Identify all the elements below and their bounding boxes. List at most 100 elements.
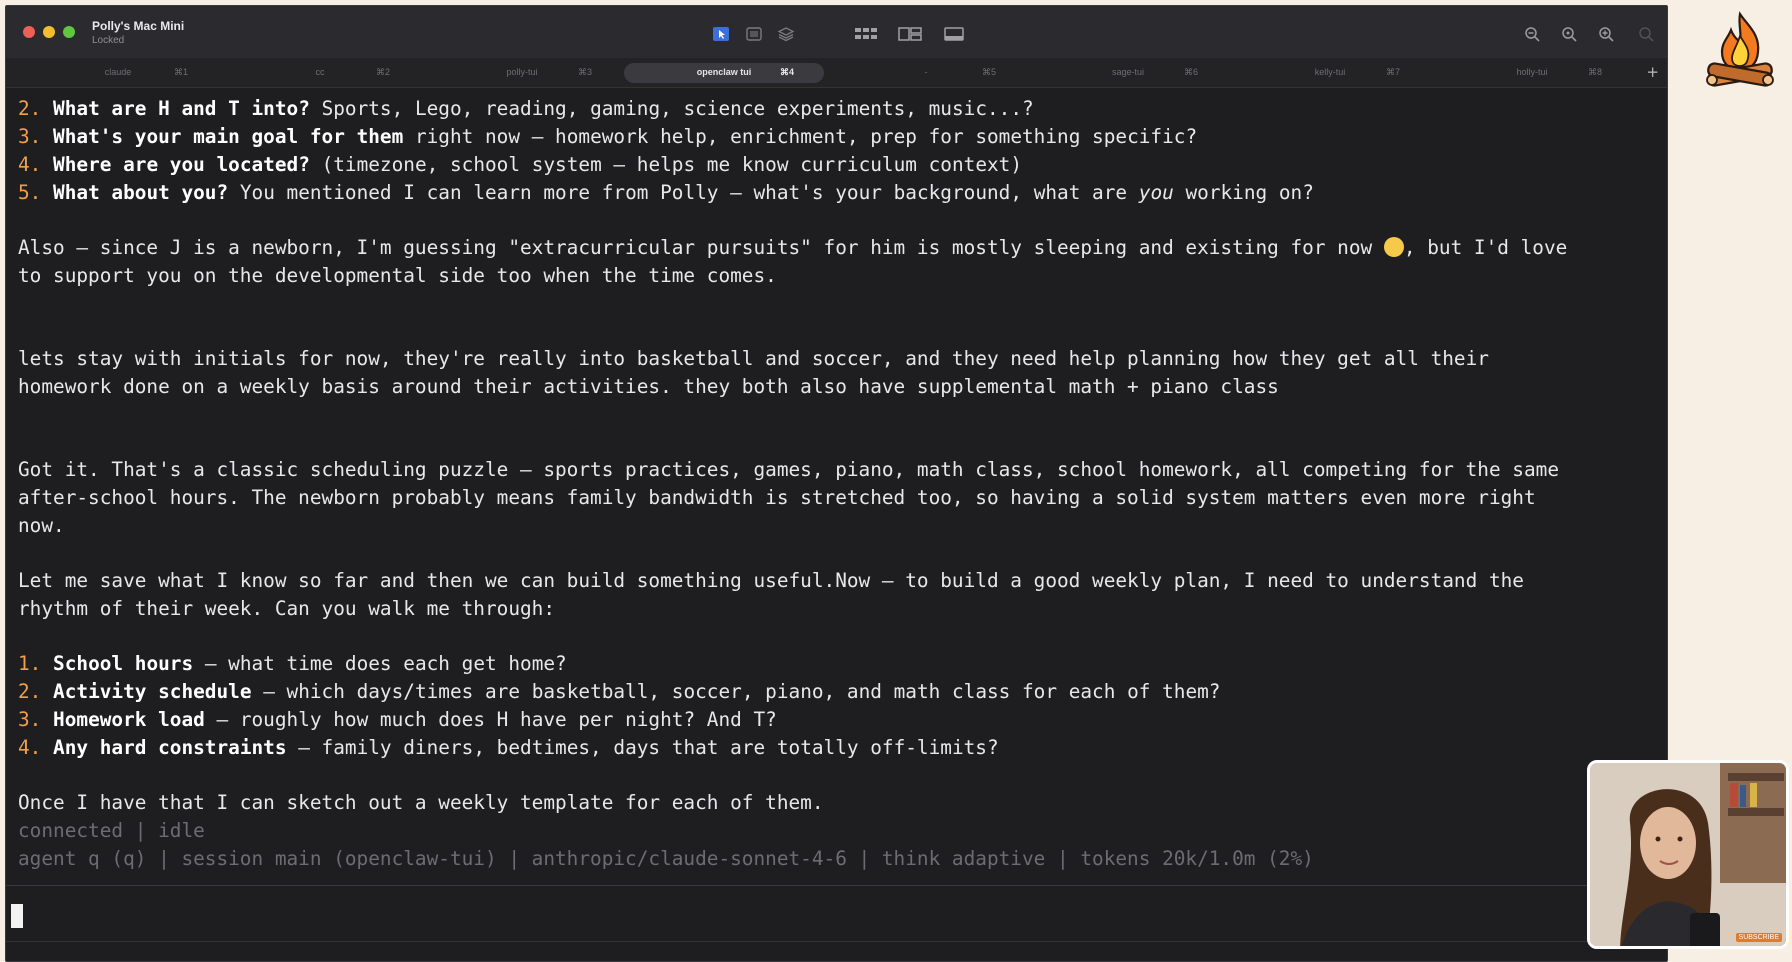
user-message-line: homework done on a weekly basis around t… [18,375,1279,398]
transcript-line: after-school hours. The newborn probably… [18,486,1536,509]
tab-label: openclaw tui [696,67,752,77]
transcript-line: 3. Homework load — roughly how much does… [18,707,777,733]
bold-text: Where are you located? [53,153,310,176]
bold-text: What are H and T into? [53,97,310,120]
zoom-fit-icon[interactable] [1561,26,1579,42]
line-text: — family diners, bedtimes, days that are… [286,736,999,759]
zoom-disabled-icon [1638,26,1656,42]
host-name: Polly's Mac Mini [92,19,185,33]
bold-text: What's your main goal for them [53,125,404,148]
tab-kelly-tui[interactable]: kelly-tui ⌘7 [1230,63,1430,83]
tab-shortcut: ⌘4 [779,67,794,77]
tab-shortcut: ⌘1 [173,67,188,77]
line-text: You mentioned I can learn more from Poll… [228,181,1139,204]
tab-dash[interactable]: - ⌘5 [826,63,1026,83]
line-text: Sports, Lego, reading, gaming, science e… [309,97,1034,120]
tab-label: - [924,67,928,77]
list-number: 2. [18,97,42,120]
tab-label: polly-tui [506,67,538,77]
user-message-line: lets stay with initials for now, they're… [18,347,1489,370]
grid-icon[interactable] [854,26,878,42]
line-text: Also — since J is a newborn, I'm guessin… [18,236,1384,259]
zoom-in-icon[interactable] [1598,26,1616,42]
line-text: — roughly how much does H have per night… [204,708,777,731]
line-text: working on? [1173,181,1314,204]
tab-shortcut: ⌘7 [1385,67,1400,77]
list-number: 3. [18,708,42,731]
session-status: agent q (q) | session main (openclaw-tui… [18,847,1314,870]
list-number: 1. [18,652,42,675]
transcript-line: Once I have that I can sketch out a week… [18,791,824,814]
transcript-line: now. [18,514,65,537]
transcript-line: to support you on the developmental side… [18,264,777,287]
zoom-out-icon[interactable] [1524,26,1542,42]
bold-text: Any hard constraints [53,736,287,759]
cursor-select-icon[interactable] [712,26,730,42]
transcript-line: 4. Any hard constraints — family diners,… [18,735,999,761]
tab-holly-tui[interactable]: holly-tui ⌘8 [1432,63,1632,83]
host-status: Locked [92,35,125,46]
transcript-line: 2. What are H and T into? Sports, Lego, … [18,96,1034,122]
line-text: — what time does each get home? [193,652,567,675]
line-text: , but I'd love [1403,236,1568,259]
connection-status: connected | idle [18,819,205,842]
terminal-window: Polly's Mac Mini Locked claude ⌘1 cc ⌘2 … [5,5,1668,962]
tab-shortcut: ⌘2 [375,67,390,77]
tab-label: cc [315,67,325,77]
tab-shortcut: ⌘6 [1183,67,1198,77]
input-divider [6,885,1667,886]
bold-text: School hours [53,652,194,675]
close-button[interactable] [23,26,35,38]
transcript-line: 3. What's your main goal for them right … [18,124,1197,150]
tab-sage-tui[interactable]: sage-tui ⌘6 [1028,63,1228,83]
campfire-logo [1706,11,1774,87]
list-number: 3. [18,125,42,148]
tab-shortcut: ⌘3 [577,67,592,77]
input-cursor[interactable] [11,904,23,928]
screenshot-icon[interactable] [745,26,763,42]
transcript-line: Let me save what I know so far and then … [18,569,1524,592]
layers-icon[interactable] [777,26,795,42]
transcript-line: 4. Where are you located? (timezone, sch… [18,152,1022,178]
transcript-line: 1. School hours — what time does each ge… [18,651,567,677]
list-number: 4. [18,736,42,759]
terminal-output: 2. What are H and T into? Sports, Lego, … [6,88,1667,878]
list-number: 4. [18,153,42,176]
title-bar: Polly's Mac Mini Locked [6,6,1667,58]
list-number: 5. [18,181,42,204]
line-text: (timezone, school system — helps me know… [309,153,1023,176]
list-number: 2. [18,680,42,703]
tab-shortcut: ⌘5 [981,67,996,77]
line-text: right now — homework help, enrichment, p… [403,125,1198,148]
tab-label: claude [104,67,132,77]
webcam-overlay: SUBSCRIBE [1587,760,1789,949]
maximize-button[interactable] [63,26,75,38]
split-icon[interactable] [898,26,922,42]
transcript-line: Got it. That's a classic scheduling puzz… [18,458,1559,481]
new-tab-button[interactable]: + [1646,63,1659,81]
presenter-video [1590,763,1786,946]
minimize-button[interactable] [43,26,55,38]
bold-text: Homework load [53,708,205,731]
bottom-divider [6,941,1667,942]
tab-label: kelly-tui [1314,67,1346,77]
tab-label: sage-tui [1111,67,1145,77]
tab-label: holly-tui [1516,67,1548,77]
tab-polly-tui[interactable]: polly-tui ⌘3 [422,63,622,83]
tab-claude[interactable]: claude ⌘1 [18,63,218,83]
transcript-line: 5. What about you? You mentioned I can l… [18,180,1314,206]
transcript-line: Also — since J is a newborn, I'm guessin… [18,235,1567,261]
tab-bar: claude ⌘1 cc ⌘2 polly-tui ⌘3 openclaw tu… [6,58,1667,88]
bold-text: Activity schedule [53,680,252,703]
display-icon[interactable] [943,26,965,42]
smiling-face-icon [1383,237,1404,257]
tab-cc[interactable]: cc ⌘2 [220,63,420,83]
tab-shortcut: ⌘8 [1587,67,1602,77]
transcript-line: 2. Activity schedule — which days/times … [18,679,1220,705]
tab-openclaw-tui[interactable]: openclaw tui ⌘4 [624,63,824,83]
subscribe-watermark: SUBSCRIBE [1735,933,1782,942]
bold-text: What about you? [53,181,229,204]
line-text: — which days/times are basketball, socce… [251,680,1221,703]
transcript-line: rhythm of their week. Can you walk me th… [18,597,556,620]
italic-text: you [1138,181,1174,204]
